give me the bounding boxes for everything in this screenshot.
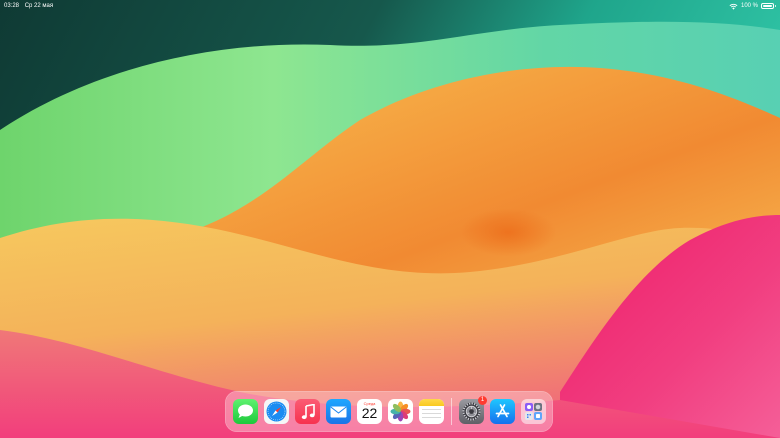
app-library-app-icon[interactable] [521,399,546,424]
photos-app-icon[interactable] [388,399,413,424]
notes-line [422,413,441,414]
wallpaper [0,0,780,438]
status-bar: 03:28 Ср 22 мая 100 % [0,0,780,12]
notes-line [422,409,441,410]
music-app-icon[interactable] [295,399,320,424]
status-left: 03:28 Ср 22 мая [4,1,57,11]
battery-fill [763,5,772,7]
battery-percent: 100 % [740,3,758,9]
status-date: Ср 22 мая [24,3,54,9]
settings-icon [462,402,481,421]
wifi-icon [729,3,738,10]
notes-header [419,399,444,406]
battery-icon [761,3,776,9]
status-time: 03:28 [4,3,20,9]
settings-app-icon[interactable]: 1 [459,396,487,424]
app-library-icon [525,403,542,420]
status-right: 100 % [729,1,776,11]
dock-divider [451,398,452,425]
messages-app-icon[interactable] [233,399,258,424]
mail-icon [330,406,347,417]
mail-app-icon[interactable] [326,399,351,424]
app-store-icon [495,404,510,418]
notes-app-icon[interactable] [419,399,444,424]
calendar-app-icon[interactable]: Среда 22 [357,399,382,424]
dock: Среда 22 1 [225,391,553,432]
messages-icon [238,404,253,418]
settings-badge: 1 [478,396,487,405]
music-icon [301,403,315,419]
safari-app-icon[interactable] [264,399,289,424]
notes-line [422,417,441,418]
calendar-date: 22 [361,405,378,421]
app-store-app-icon[interactable] [490,399,515,424]
photos-icon [390,401,411,422]
safari-icon [266,401,287,422]
